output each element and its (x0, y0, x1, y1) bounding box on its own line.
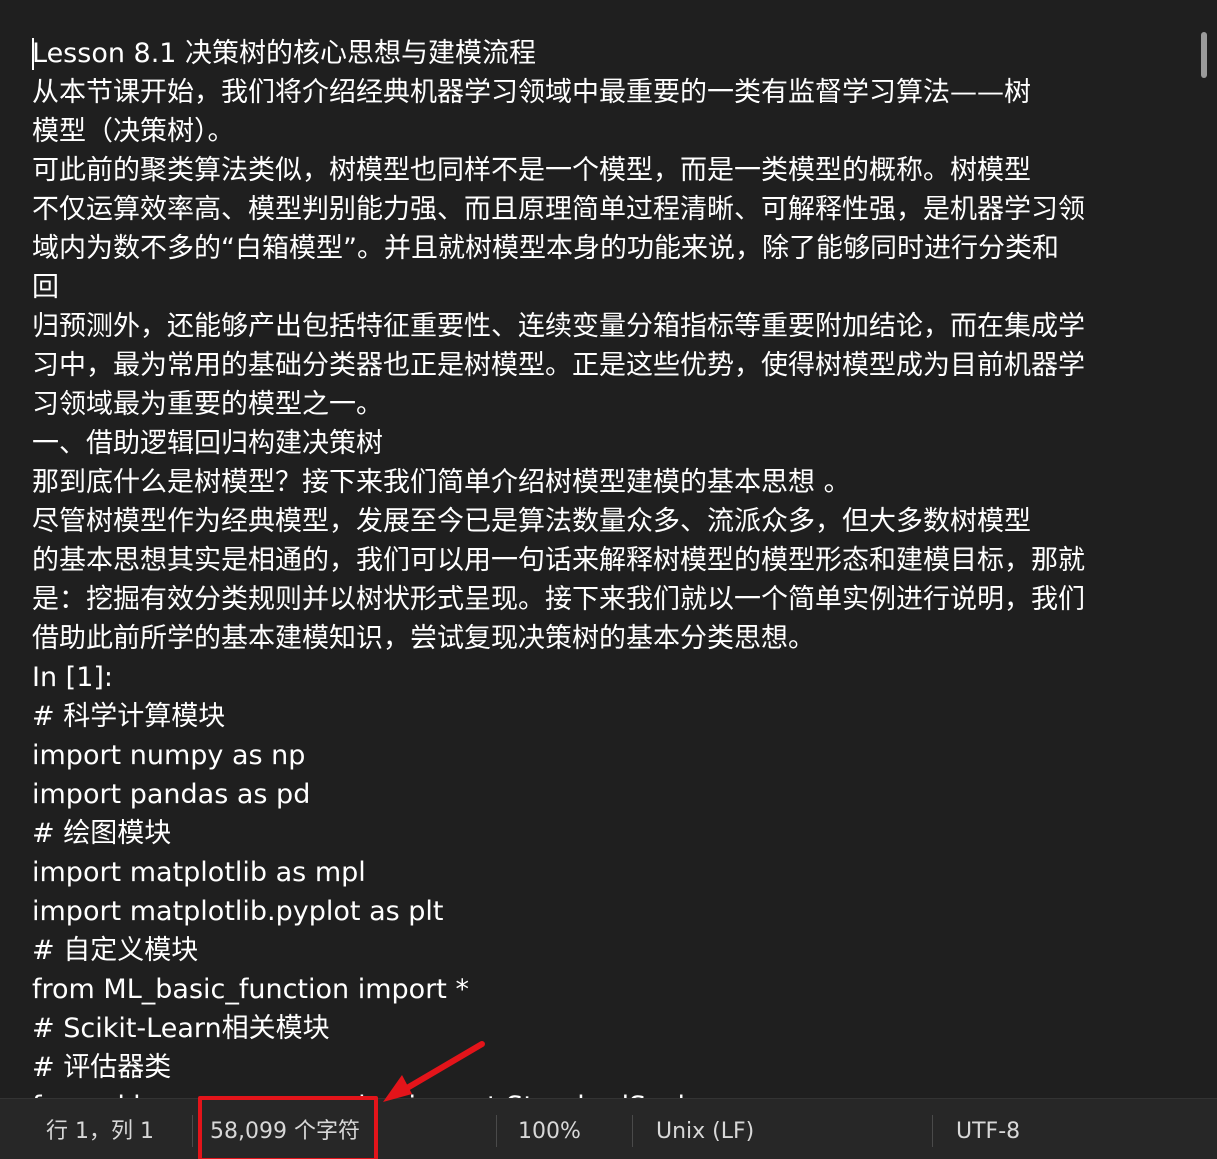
text-line: import pandas as pd (32, 779, 311, 810)
text-line: 不仅运算效率高、模型判别能力强、而且原理简单过程清晰、可解释性强，是机器学习领 (32, 194, 1085, 225)
text-line: # 自定义模块 (32, 935, 199, 966)
text-line: 借助此前所学的基本建模知识，尝试复现决策树的基本分类思想。 (32, 623, 815, 654)
text-line: 从本节课开始，我们将介绍经典机器学习领域中最重要的一类有监督学习算法——树 (32, 77, 1031, 108)
text-line: import matplotlib.pyplot as plt (32, 896, 444, 927)
text-line: Lesson 8.1 决策树的核心思想与建模流程 (32, 38, 537, 69)
text-line: # 科学计算模块 (32, 701, 226, 732)
text-line: from ML_basic_function import * (32, 974, 469, 1005)
text-line: 一、借助逻辑回归构建决策树 (32, 428, 383, 459)
zoom-level[interactable]: 100% (518, 1099, 581, 1159)
text-line: In [1]: (32, 662, 113, 693)
text-line: 那到底什么是树模型？接下来我们简单介绍树模型建模的基本思想 。 (32, 467, 851, 498)
cursor-position[interactable]: 行 1，列 1 (46, 1099, 154, 1159)
text-line: 尽管树模型作为经典模型，发展至今已是算法数量众多、流派众多，但大多数树模型 (32, 506, 1031, 537)
text-line: import numpy as np (32, 740, 306, 771)
text-line: 归预测外，还能够产出包括特征重要性、连续变量分箱指标等重要附加结论，而在集成学 (32, 311, 1085, 342)
text-line: # 绘图模块 (32, 818, 172, 849)
line-ending[interactable]: Unix (LF) (656, 1099, 754, 1159)
text-line: import matplotlib as mpl (32, 857, 366, 888)
status-separator (496, 1115, 497, 1147)
status-separator (932, 1115, 933, 1147)
text-line: 是：挖掘有效分类规则并以树状形式呈现。接下来我们就以一个简单实例进行说明，我们 (32, 584, 1085, 615)
text-line: # 评估器类 (32, 1052, 172, 1083)
scrollbar-thumb[interactable] (1201, 32, 1207, 78)
text-line: 域内为数不多的“白箱模型”。并且就树模型本身的功能来说，除了能够同时进行分类和 (32, 233, 1059, 264)
text-line: 回 (32, 272, 59, 303)
encoding[interactable]: UTF-8 (956, 1099, 1020, 1159)
status-bar: 行 1，列 1 58,099 个字符 100% Unix (LF) UTF-8 (0, 1098, 1217, 1159)
text-line: 的基本思想其实是相通的，我们可以用一句话来解释树模型的模型形态和建模目标，那就 (32, 545, 1085, 576)
document-text[interactable]: Lesson 8.1 决策树的核心思想与建模流程从本节课开始，我们将介绍经典机器… (32, 34, 1182, 1098)
text-line: # Scikit-Learn相关模块 (32, 1013, 330, 1044)
text-line: 习领域最为重要的模型之一。 (32, 389, 383, 420)
text-caret (32, 38, 34, 70)
text-line: from sklearn.preprocessing import Standa… (32, 1087, 1182, 1098)
status-separator (632, 1115, 633, 1147)
status-separator (192, 1115, 193, 1147)
vertical-scrollbar[interactable] (1199, 0, 1217, 1098)
text-editor[interactable]: Lesson 8.1 决策树的核心思想与建模流程从本节课开始，我们将介绍经典机器… (0, 0, 1217, 1098)
character-count: 58,099 个字符 (210, 1119, 360, 1144)
text-line: 可此前的聚类算法类似，树模型也同样不是一个模型，而是一类模型的概称。树模型 (32, 155, 1031, 186)
text-line: 习中，最为常用的基础分类器也正是树模型。正是这些优势，使得树模型成为目前机器学 (32, 350, 1085, 381)
text-line: 模型（决策树）。 (32, 116, 235, 147)
